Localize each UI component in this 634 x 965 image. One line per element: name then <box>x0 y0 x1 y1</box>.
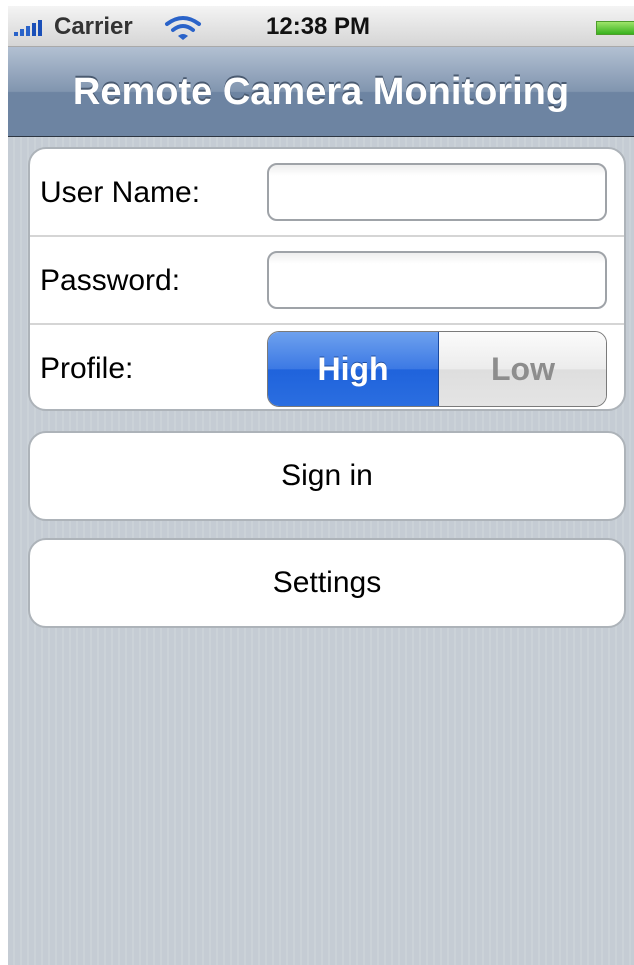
username-field[interactable] <box>267 163 607 221</box>
password-field[interactable] <box>267 251 607 309</box>
navigation-bar: Remote Camera Monitoring <box>8 47 634 137</box>
login-form: User Name: Password: Profile: High Low <box>28 147 626 411</box>
username-row: User Name: <box>30 149 624 237</box>
settings-button[interactable]: Settings <box>28 538 626 628</box>
profile-high-segment[interactable]: High <box>268 332 439 406</box>
carrier-name: Carrier <box>54 13 133 40</box>
app-screen: Carrier 12:38 PM Remote Camera Monitorin… <box>8 6 634 965</box>
sign-in-button[interactable]: Sign in <box>28 431 626 521</box>
status-bar: Carrier 12:38 PM <box>8 6 634 47</box>
profile-low-segment[interactable]: Low <box>439 332 606 406</box>
battery-icon <box>596 21 634 35</box>
profile-label: Profile: <box>40 352 134 385</box>
profile-row: Profile: High Low <box>30 325 624 409</box>
password-label: Password: <box>40 264 181 297</box>
username-label: User Name: <box>40 176 201 209</box>
password-row: Password: <box>30 237 624 325</box>
page-title: Remote Camera Monitoring <box>72 71 570 113</box>
signal-bars-icon <box>14 18 54 36</box>
profile-segmented-control: High Low <box>267 331 607 407</box>
status-time: 12:38 PM <box>266 13 371 40</box>
wifi-icon <box>165 16 201 40</box>
